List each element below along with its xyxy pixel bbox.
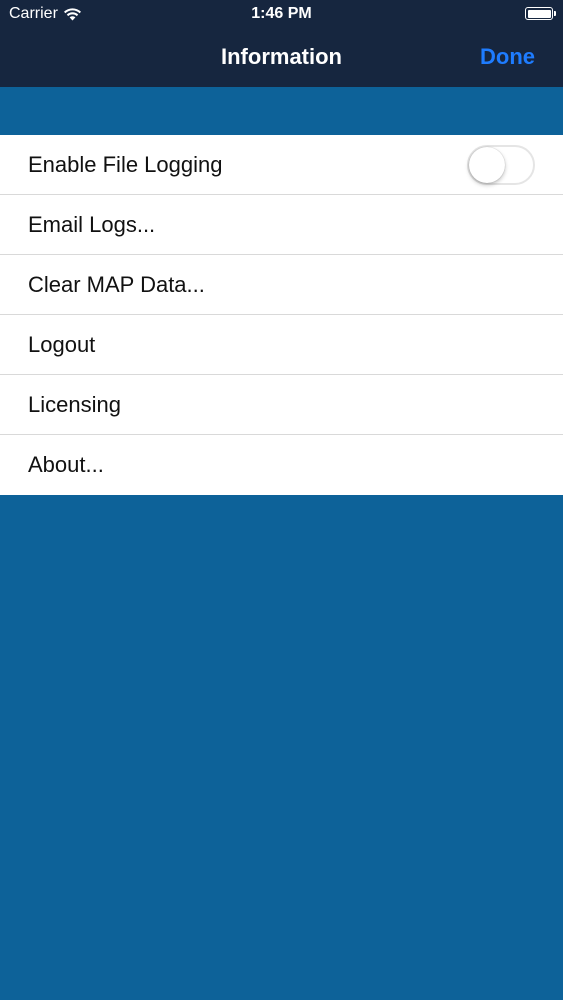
menu-item-email-logs[interactable]: Email Logs... bbox=[0, 195, 563, 255]
menu-item-clear-map-data[interactable]: Clear MAP Data... bbox=[0, 255, 563, 315]
menu-item-label: Logout bbox=[28, 331, 96, 357]
battery-level bbox=[527, 9, 551, 18]
file-logging-toggle[interactable] bbox=[467, 145, 535, 185]
menu-item-licensing[interactable]: Licensing bbox=[0, 375, 563, 435]
toggle-knob bbox=[469, 147, 505, 183]
menu-item-label: Licensing bbox=[28, 391, 121, 417]
settings-list: Enable File Logging Email Logs... Clear … bbox=[0, 135, 563, 495]
done-button[interactable]: Done bbox=[480, 44, 535, 70]
menu-item-logout[interactable]: Logout bbox=[0, 315, 563, 375]
navigation-bar: Carrier 1:46 PM Information Done bbox=[0, 0, 563, 87]
menu-item-label: About... bbox=[28, 452, 104, 477]
battery-icon bbox=[525, 7, 556, 20]
status-time: 1:46 PM bbox=[251, 5, 312, 22]
menu-item-label: Email Logs... bbox=[28, 211, 156, 237]
page-title: Information bbox=[221, 44, 342, 69]
menu-item-label: Clear MAP Data... bbox=[28, 271, 205, 297]
menu-item-about[interactable]: About... bbox=[0, 435, 563, 495]
status-bar: Carrier 1:46 PM bbox=[0, 0, 563, 30]
menu-item-label: Enable File Logging bbox=[28, 151, 223, 177]
menu-item-enable-file-logging: Enable File Logging bbox=[0, 135, 563, 195]
